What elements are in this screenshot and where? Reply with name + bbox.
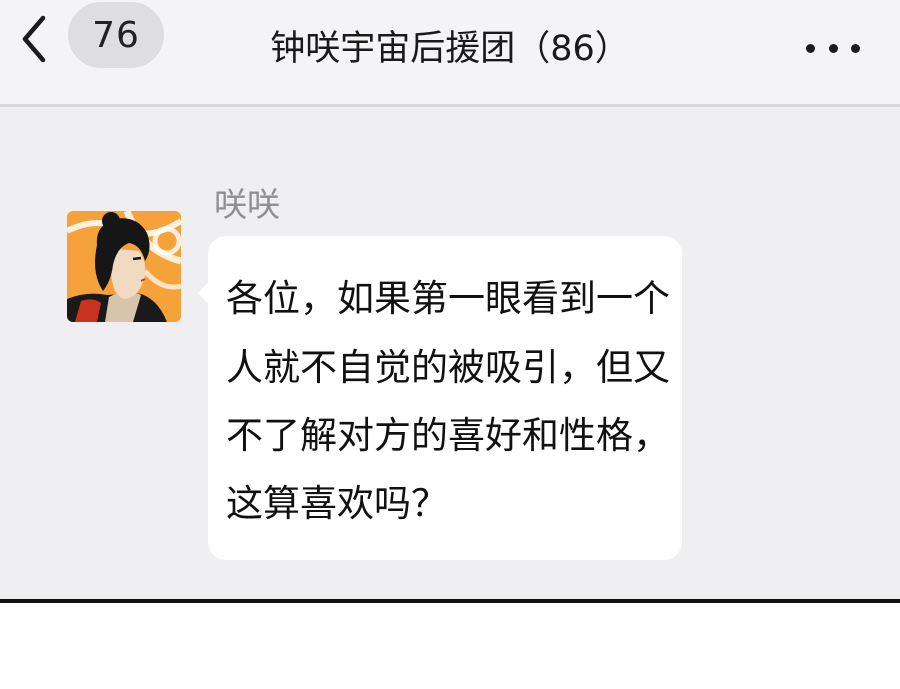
more-dots-icon: [828, 43, 838, 53]
more-dots-icon: [851, 43, 860, 53]
unread-count-badge[interactable]: 76: [68, 2, 164, 68]
avatar[interactable]: [67, 211, 181, 322]
chat-header: 76 钟咲宇宙后援团（86）: [0, 0, 900, 107]
panel-border: [0, 599, 900, 603]
message-line: 这算喜欢吗？: [226, 482, 448, 525]
page-title: 钟咲宇宙后援团（86）: [270, 29, 630, 69]
message-line: 人就不自觉的被吸引，但又: [226, 346, 670, 389]
chat-screen: 76 钟咲宇宙后援团（86） 咲咲 各位，如果第一眼看到一个 人就不自觉的被吸引…: [0, 0, 900, 600]
chevron-left-icon: [22, 15, 46, 63]
message-bubble[interactable]: 各位，如果第一眼看到一个 人就不自觉的被吸引，但又 不了解对方的喜好和性格， 这…: [198, 236, 682, 560]
back-button[interactable]: [12, 8, 56, 70]
more-button[interactable]: [806, 28, 860, 68]
more-dots-icon: [806, 43, 815, 53]
message-line: 各位，如果第一眼看到一个: [226, 277, 670, 320]
avatar-illustration: [67, 211, 181, 322]
bubble-tail: [198, 280, 210, 306]
sender-name: 咲咲: [214, 185, 280, 224]
message-line: 不了解对方的喜好和性格，: [226, 414, 670, 457]
